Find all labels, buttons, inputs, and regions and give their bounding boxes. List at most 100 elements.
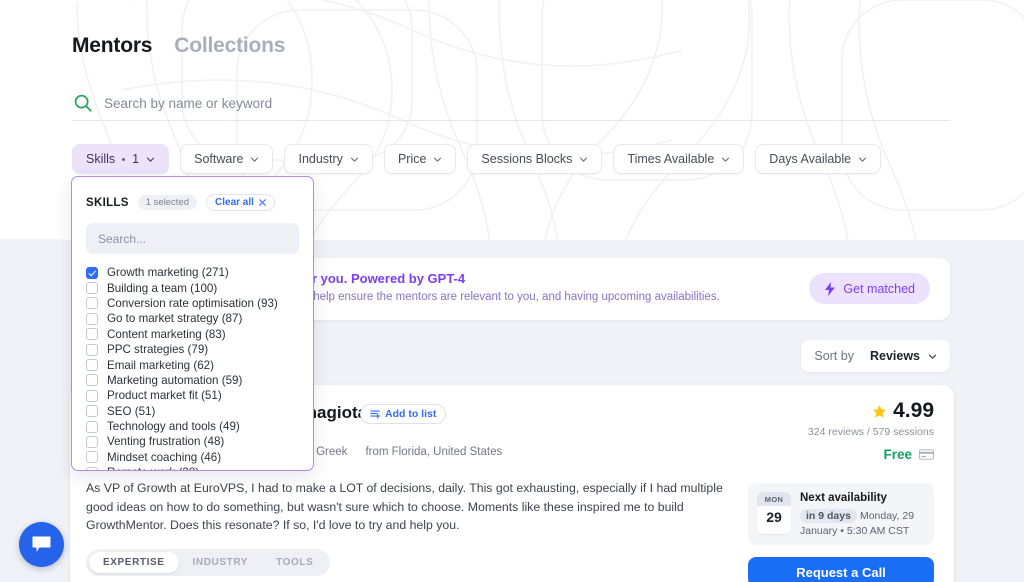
tab-collections[interactable]: Collections <box>174 34 285 58</box>
add-to-list-button[interactable]: Add to list <box>360 404 447 424</box>
mentor-price: Free <box>883 447 934 462</box>
skill-option-label: Product market fit (51) <box>107 389 222 403</box>
skill-option-label: Remote work (38) <box>107 466 199 470</box>
mentor-rating: 4.99 324 reviews / 579 sessions <box>808 399 934 438</box>
skill-option[interactable]: Email marketing (62) <box>86 357 299 372</box>
checkbox[interactable] <box>86 266 98 279</box>
skill-option-label: Technology and tools (49) <box>107 420 240 434</box>
skills-selected-count: 1 selected <box>137 195 198 210</box>
checkbox[interactable] <box>86 420 98 433</box>
checkbox[interactable] <box>86 359 98 372</box>
skills-dropdown-header: SKILLS 1 selected Clear all <box>72 177 313 211</box>
filter-chip-times-available-label: Times Available <box>627 152 715 166</box>
search-input[interactable] <box>104 95 704 111</box>
skill-option-label: Mindset coaching (46) <box>107 450 222 464</box>
tab-expertise[interactable]: EXPERTISE <box>89 552 179 573</box>
chevron-down-icon <box>859 157 867 162</box>
skill-option-label: Email marketing (62) <box>107 358 214 372</box>
request-a-call-button[interactable]: Request a Call <box>748 557 934 582</box>
skill-option[interactable]: Mindset coaching (46) <box>86 450 299 465</box>
filter-chip-days-available-label: Days Available <box>769 152 852 166</box>
clear-all-label: Clear all <box>215 197 254 208</box>
sort-bar: Sort by Reviews <box>801 340 950 372</box>
availability-day-of-week: MON <box>757 492 791 506</box>
skill-option-label: Marketing automation (59) <box>107 373 243 387</box>
checkbox[interactable] <box>86 451 98 464</box>
get-matched-label: Get matched <box>843 281 915 296</box>
filter-chip-software-label: Software <box>194 152 244 166</box>
clear-all-button[interactable]: Clear all <box>206 194 275 211</box>
checkbox[interactable] <box>86 374 98 387</box>
mentor-reviews-sessions: 324 reviews / 579 sessions <box>807 426 934 438</box>
tab-tools[interactable]: TOOLS <box>262 552 327 573</box>
skill-option-label: Conversion rate optimisation (93) <box>107 296 278 310</box>
filter-chip-software[interactable]: Software <box>180 144 274 174</box>
star-icon <box>873 404 887 418</box>
skill-option[interactable]: Venting frustration (48) <box>86 434 299 449</box>
checkbox[interactable] <box>86 389 98 402</box>
add-to-list-icon <box>370 410 380 419</box>
chevron-down-icon <box>251 157 259 162</box>
skill-option[interactable]: Technology and tools (49) <box>86 419 299 434</box>
page-gutter-top <box>0 0 63 240</box>
skill-option[interactable]: Remote work (38) <box>86 465 299 470</box>
credit-card-icon <box>919 449 934 460</box>
availability-day-number: 29 <box>766 509 782 525</box>
add-to-list-label: Add to list <box>385 408 437 420</box>
skill-option-label: SEO (51) <box>107 404 156 418</box>
skill-option-label: Venting frustration (48) <box>107 435 225 449</box>
checkbox[interactable] <box>86 343 98 356</box>
skills-search-input[interactable] <box>86 223 299 254</box>
checkbox[interactable] <box>86 466 98 470</box>
filter-chip-skills[interactable]: Skills 1 <box>72 144 170 174</box>
search-divider <box>72 120 950 121</box>
availability-countdown-badge: in 9 days <box>800 509 857 523</box>
chevron-down-icon <box>580 157 588 162</box>
skill-option[interactable]: Growth marketing (271) <box>86 265 299 280</box>
chevron-down-icon <box>350 157 358 162</box>
checkbox[interactable] <box>86 312 98 325</box>
tab-industry[interactable]: INDUSTRY <box>179 552 263 573</box>
sort-by-dropdown[interactable]: Sort by Reviews <box>801 340 950 372</box>
skill-option-label: Content marketing (83) <box>107 327 226 341</box>
filter-chip-sessions-blocks-label: Sessions Blocks <box>481 152 573 166</box>
tab-mentors[interactable]: Mentors <box>72 34 152 58</box>
get-matched-button[interactable]: Get matched <box>809 273 930 304</box>
filter-chip-price-label: Price <box>397 152 427 166</box>
skills-dropdown-title: SKILLS <box>86 196 129 209</box>
skills-filter-dropdown: SKILLS 1 selected Clear all Growth marke… <box>71 176 314 471</box>
filter-chip-price[interactable]: Price <box>383 144 457 174</box>
skill-option[interactable]: SEO (51) <box>86 404 299 419</box>
chat-bubble-button[interactable] <box>19 522 64 567</box>
availability-detail-row: in 9 days Monday, 29 January • 5:30 AM CS… <box>800 509 928 539</box>
filter-chip-days-available[interactable]: Days Available <box>755 144 882 174</box>
chevron-down-icon <box>722 157 730 162</box>
skill-option[interactable]: Building a team (100) <box>86 280 299 295</box>
app-root: Mentors Collections Skills 1 Software In… <box>0 0 1024 582</box>
skill-option[interactable]: PPC strategies (79) <box>86 342 299 357</box>
checkbox[interactable] <box>86 297 98 310</box>
filter-chip-industry[interactable]: Industry <box>284 144 373 174</box>
mentor-location: from Florida, United States <box>365 445 503 458</box>
close-icon <box>259 199 266 206</box>
chevron-down-icon <box>434 157 442 162</box>
filter-chip-skills-count: 1 <box>132 152 140 166</box>
filter-chip-times-available[interactable]: Times Available <box>613 144 745 174</box>
mentor-bio: As VP of Growth at EuroVPS, I had to mak… <box>86 481 723 532</box>
chevron-down-icon <box>147 157 155 162</box>
checkbox[interactable] <box>86 328 98 341</box>
skill-option[interactable]: Product market fit (51) <box>86 388 299 403</box>
skill-option[interactable]: Marketing automation (59) <box>86 373 299 388</box>
next-availability-box: MON 29 Next availability in 9 days Monday… <box>748 483 934 545</box>
skill-option-label: PPC strategies (79) <box>107 343 209 357</box>
skill-option[interactable]: Content marketing (83) <box>86 327 299 342</box>
availability-title: Next availability <box>800 492 887 504</box>
skill-option[interactable]: Conversion rate optimisation (93) <box>86 296 299 311</box>
skill-option[interactable]: Go to market strategy (87) <box>86 311 299 326</box>
checkbox[interactable] <box>86 435 98 448</box>
mentor-price-value: Free <box>883 447 912 462</box>
filter-chip-sessions-blocks[interactable]: Sessions Blocks <box>467 144 603 174</box>
checkbox[interactable] <box>86 282 98 295</box>
checkbox[interactable] <box>86 405 98 418</box>
skill-option-label: Go to market strategy (87) <box>107 312 243 326</box>
